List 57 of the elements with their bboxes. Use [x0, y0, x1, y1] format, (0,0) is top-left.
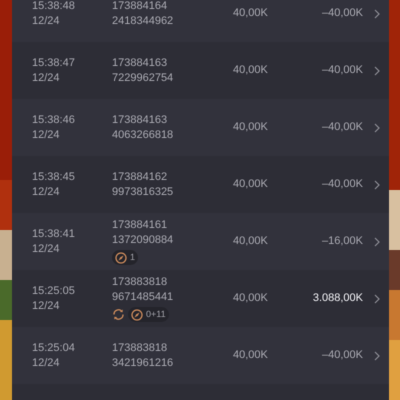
id-text: 173883818: [112, 275, 168, 290]
id-text: 173883818: [112, 340, 168, 356]
id-text: 173884164: [112, 0, 168, 14]
result-amount: –40,00K: [321, 6, 363, 22]
result-amount: –16,00K: [321, 234, 363, 250]
chevron-icon: [374, 236, 380, 246]
time-text: 15:38:48: [32, 0, 76, 14]
time-text: 15:38:41: [32, 226, 76, 242]
tag-count: 0+11: [146, 308, 166, 321]
id-text: 3421961216: [112, 356, 174, 370]
date-text: 12/24: [32, 356, 61, 370]
result-amount: –40,00K: [321, 120, 363, 136]
result-amount: –40,00K: [321, 63, 363, 78]
stake-amount: 40,00K: [232, 177, 269, 192]
id-text: 173884163: [112, 112, 168, 128]
stake-amount: 40,00K: [232, 291, 269, 306]
list-row[interactable]: 15:38:47 12/24 173884163 7229962754 40,00K –40,00K: [12, 42, 389, 99]
date-text: 12/24: [32, 242, 61, 256]
compass-icon: [115, 252, 127, 264]
chevron-icon: [374, 294, 380, 304]
date-text: 12/24: [32, 128, 61, 142]
list-row[interactable]: 15:25:05 12/24 173883818 9671485441 0+11 40,00K 3.088,00K: [12, 270, 389, 327]
id-text: 1372090884: [112, 233, 174, 248]
time-text: 15:25:04: [32, 340, 76, 356]
chevron-icon: [374, 350, 380, 360]
id-text: 4063266818: [112, 128, 174, 142]
result-amount: –40,00K: [321, 177, 363, 192]
date-text: 12/24: [32, 70, 61, 86]
stake-amount: 40,00K: [232, 348, 269, 364]
id-text: 9671485441: [112, 290, 174, 305]
tag-count: 1: [130, 251, 136, 264]
id-text: 7229962754: [112, 70, 174, 86]
stake-amount: 40,00K: [232, 120, 269, 136]
compass-icon: [131, 308, 143, 320]
time-text: 15:38:46: [32, 112, 76, 128]
id-text: 2418344962: [112, 14, 174, 28]
refresh-icon: [112, 308, 125, 321]
stake-amount: 40,00K: [232, 234, 269, 250]
id-text: 173884161: [112, 218, 168, 233]
id-text: 173884162: [112, 170, 168, 184]
time-text: 15:38:47: [32, 56, 76, 70]
stake-amount: 40,00K: [232, 6, 269, 22]
chevron-icon: [374, 8, 380, 18]
chevron-icon: [374, 180, 380, 190]
date-text: 12/24: [32, 14, 61, 28]
result-amount: 3.088,00K: [312, 291, 363, 306]
time-text: 15:25:05: [32, 284, 76, 298]
id-text: 173884163: [112, 56, 168, 70]
chevron-icon: [374, 122, 380, 132]
list-row[interactable]: 15:38:45 12/24 173884162 9973816325 40,00K –40,00K: [12, 156, 389, 213]
id-text: 9973816325: [112, 184, 174, 200]
chevron-icon: [374, 66, 380, 76]
date-text: 12/24: [32, 184, 61, 200]
date-text: 12/24: [32, 298, 61, 314]
result-amount: –40,00K: [321, 348, 363, 364]
stake-amount: 40,00K: [232, 63, 269, 78]
time-text: 15:38:45: [32, 170, 76, 184]
